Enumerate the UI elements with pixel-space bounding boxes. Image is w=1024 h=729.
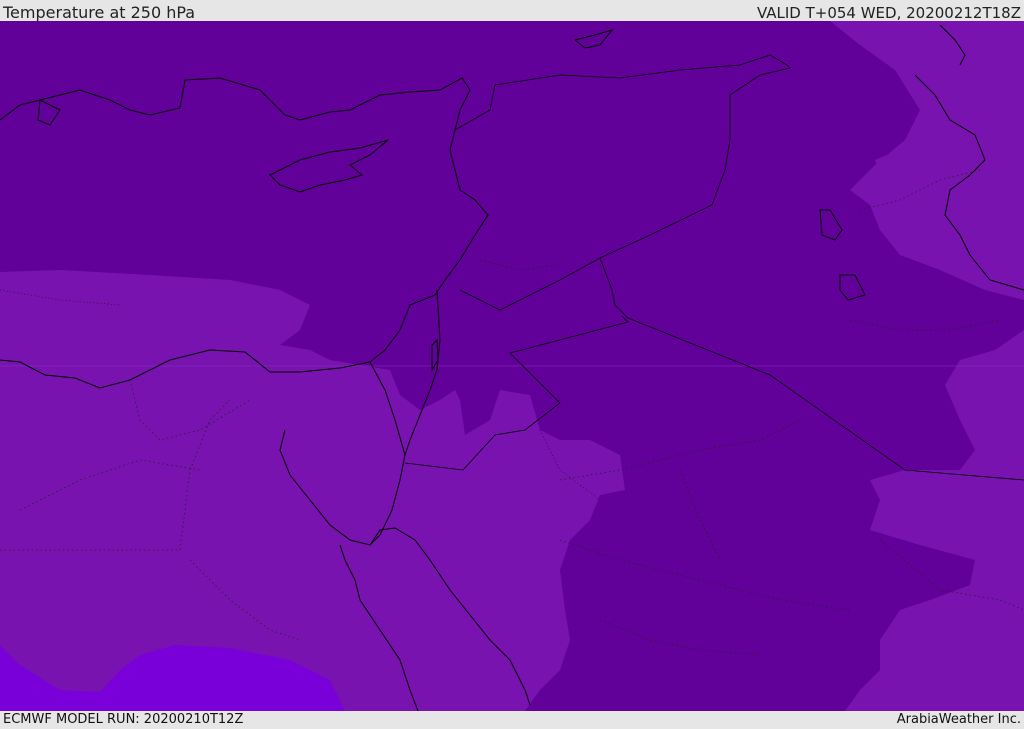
bottom-bar: ECMWF MODEL RUN: 20200210T12Z ArabiaWeat… [0,711,1024,729]
model-run-label: ECMWF MODEL RUN: 20200210T12Z [3,712,244,727]
map-svg [0,21,1024,711]
valid-time: VALID T+054 WED, 20200212T18Z [756,4,1021,22]
weather-map[interactable] [0,21,1024,711]
top-bar: Temperature at 250 hPa VALID T+054 WED, … [0,0,1024,22]
credit-label: ArabiaWeather Inc. [896,712,1021,727]
map-title: Temperature at 250 hPa [3,3,196,22]
